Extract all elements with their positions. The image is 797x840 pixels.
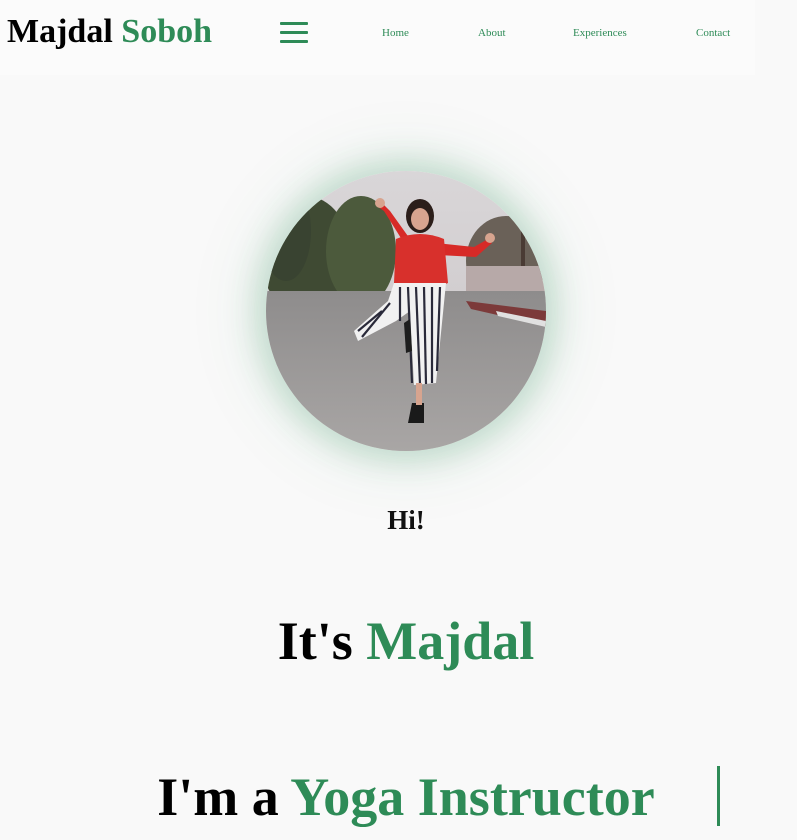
intro-name: Majdal	[366, 611, 535, 671]
intro-prefix: It's	[277, 611, 353, 671]
nav-about-link[interactable]: About	[478, 27, 506, 39]
brand-last-name: Soboh	[121, 13, 213, 50]
intro-heading: It's Majdal	[0, 609, 797, 673]
role-prefix: I'm a	[157, 767, 279, 827]
typing-cursor	[717, 766, 720, 826]
role-heading: I'm a Yoga Instructor	[0, 765, 797, 829]
greeting-heading: Hi!	[387, 505, 425, 535]
nav-contact-link[interactable]: Contact	[696, 27, 730, 39]
site-logo[interactable]: Majdal Soboh	[7, 12, 212, 52]
brand-first-name: Majdal	[7, 13, 113, 50]
site-header: Majdal Soboh Home About Experiences Cont…	[0, 0, 755, 75]
page: Majdal Soboh Home About Experiences Cont…	[0, 0, 797, 840]
hamburger-menu-icon[interactable]	[280, 22, 308, 44]
nav-home-link[interactable]: Home	[382, 27, 409, 39]
nav-experiences-link[interactable]: Experiences	[573, 27, 627, 39]
role-title: Yoga Instructor	[290, 767, 655, 827]
profile-photo	[266, 171, 546, 451]
